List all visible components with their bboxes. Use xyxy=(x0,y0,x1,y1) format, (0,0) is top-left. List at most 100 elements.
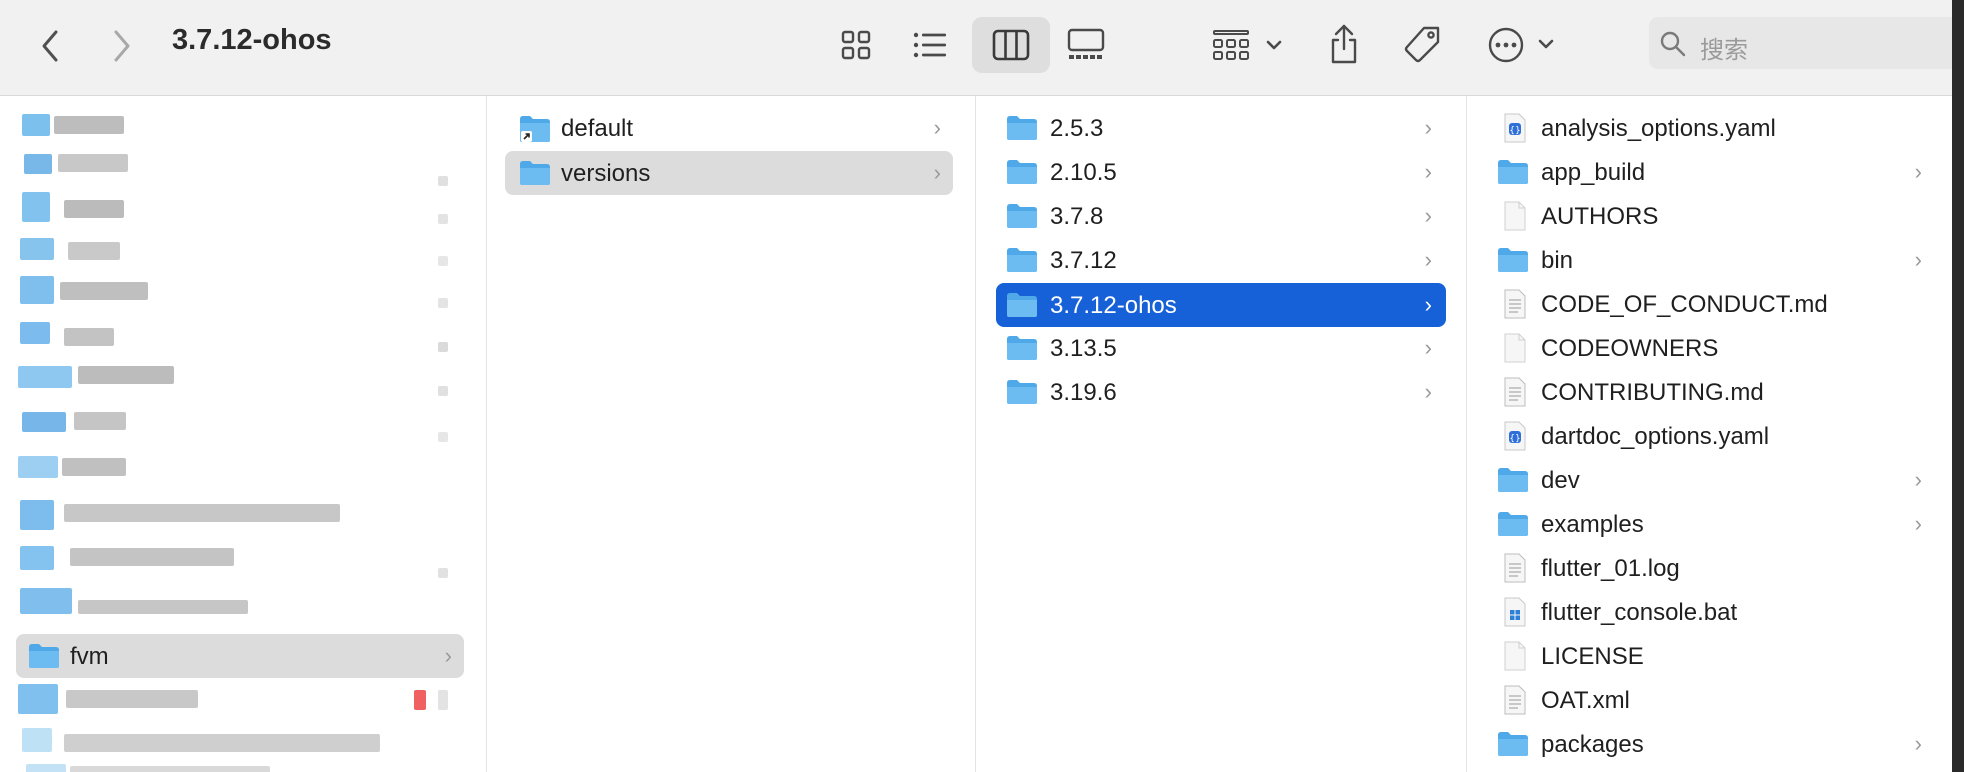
file-name: packages xyxy=(1541,731,1644,758)
text-file-icon xyxy=(1501,288,1529,325)
folder-icon xyxy=(28,643,60,674)
sidebar: fvm › xyxy=(0,96,486,772)
column-1: default › versions › xyxy=(487,96,975,772)
chevron-right-icon: › xyxy=(1424,247,1432,272)
sidebar-item-fvm[interactable]: fvm › xyxy=(16,634,464,678)
column-item-3.7.12-ohos[interactable]: 3.7.12-ohos › xyxy=(996,283,1446,327)
chevron-right-icon: › xyxy=(1424,203,1432,228)
gallery-view-button[interactable] xyxy=(1064,24,1108,66)
file-item[interactable]: flutter_01.log xyxy=(1487,546,1938,590)
svg-text:{}: {} xyxy=(1509,126,1520,136)
share-button[interactable] xyxy=(1324,20,1364,68)
search-field[interactable] xyxy=(1649,17,1964,69)
file-item[interactable]: OAT.xml xyxy=(1487,678,1938,722)
svg-text:{}: {} xyxy=(1509,434,1520,444)
column-item-label: default xyxy=(561,115,634,142)
column-item-3.13.5[interactable]: 3.13.5 › xyxy=(996,326,1446,370)
yaml-file-icon: {} xyxy=(1501,420,1529,457)
chevron-right-icon: › xyxy=(1914,731,1922,756)
chevron-right-icon: › xyxy=(444,643,452,668)
file-name: dartdoc_options.yaml xyxy=(1541,423,1770,450)
list-view-button[interactable] xyxy=(910,24,950,66)
file-item[interactable]: CODE_OF_CONDUCT.md xyxy=(1487,282,1938,326)
finder-window: 3.7.12-ohos 搜索 fvm › default › versions … xyxy=(0,0,1964,772)
file-name: analysis_options.yaml xyxy=(1541,115,1776,142)
column-item-label: 3.7.12-ohos xyxy=(1050,292,1177,319)
file-item[interactable]: CONTRIBUTING.md xyxy=(1487,370,1938,414)
column-item-3.7.12[interactable]: 3.7.12 › xyxy=(996,238,1446,282)
chevron-right-icon: › xyxy=(1914,467,1922,492)
gallery-view-icon xyxy=(1067,28,1105,59)
back-icon xyxy=(42,30,58,62)
windows-batch-file-icon xyxy=(1501,596,1529,633)
folder-icon xyxy=(1006,379,1038,410)
folder-item[interactable]: dev › xyxy=(1487,458,1938,502)
forward-button[interactable] xyxy=(104,24,140,68)
column-item-2.10.5[interactable]: 2.10.5 › xyxy=(996,150,1446,194)
file-name: CODE_OF_CONDUCT.md xyxy=(1541,291,1828,318)
folder-item[interactable]: examples › xyxy=(1487,502,1938,546)
column-view-button[interactable] xyxy=(972,17,1050,73)
file-item[interactable]: AUTHORS xyxy=(1487,194,1938,238)
folder-icon xyxy=(1006,335,1038,366)
folder-icon xyxy=(1497,247,1529,278)
toolbar: 3.7.12-ohos 搜索 xyxy=(0,0,1964,96)
column-item-3.7.8[interactable]: 3.7.8 › xyxy=(996,194,1446,238)
group-by-icon xyxy=(1213,30,1282,60)
icon-view-button[interactable] xyxy=(836,24,876,66)
folder-item[interactable]: packages › xyxy=(1487,722,1938,766)
text-file-icon xyxy=(1501,376,1529,413)
back-button[interactable] xyxy=(32,24,68,68)
yaml-file-icon: {} xyxy=(1501,112,1529,149)
column-item-label: 3.13.5 xyxy=(1050,335,1117,362)
file-item[interactable]: {} dartdoc_options.yaml xyxy=(1487,414,1938,458)
generic-file-icon xyxy=(1501,332,1529,369)
more-actions-button[interactable] xyxy=(1486,22,1558,68)
file-name: examples xyxy=(1541,511,1644,538)
file-item[interactable]: LICENSE xyxy=(1487,634,1938,678)
folder-icon xyxy=(1006,203,1038,234)
folder-icon xyxy=(1497,511,1529,542)
tag-button[interactable] xyxy=(1400,22,1444,68)
text-file-icon xyxy=(1501,684,1529,721)
generic-file-icon xyxy=(1501,640,1529,677)
folder-icon xyxy=(1006,159,1038,190)
chevron-right-icon: › xyxy=(1424,379,1432,404)
column-3: {} analysis_options.yaml app_build › AUT… xyxy=(1467,96,1952,772)
group-by-button[interactable] xyxy=(1212,24,1286,66)
chevron-right-icon: › xyxy=(1424,115,1432,140)
column-item-default[interactable]: default › xyxy=(505,106,953,150)
file-item[interactable]: flutter_console.bat xyxy=(1487,590,1938,634)
column-item-label: versions xyxy=(561,160,651,187)
column-item-label: 2.10.5 xyxy=(1050,159,1117,186)
file-name: flutter_console.bat xyxy=(1541,599,1738,626)
folder-icon xyxy=(1006,247,1038,278)
folder-icon xyxy=(1497,159,1529,190)
column-2: 2.5.3 › 2.10.5 › 3.7.8 › 3.7.12 › 3.7.12… xyxy=(976,96,1466,772)
column-item-versions[interactable]: versions › xyxy=(505,151,953,195)
file-name: flutter_01.log xyxy=(1541,555,1680,582)
chevron-right-icon: › xyxy=(933,115,941,140)
search-icon xyxy=(1660,31,1686,57)
more-icon xyxy=(1488,27,1554,63)
share-icon xyxy=(1331,24,1357,64)
folder-icon xyxy=(1497,731,1529,762)
column-item-3.19.6[interactable]: 3.19.6 › xyxy=(996,370,1446,414)
file-name: AUTHORS xyxy=(1541,203,1659,230)
folder-item[interactable]: bin › xyxy=(1487,238,1938,282)
text-file-icon xyxy=(1501,552,1529,589)
column-item-2.5.3[interactable]: 2.5.3 › xyxy=(996,106,1446,150)
chevron-right-icon: › xyxy=(1914,247,1922,272)
folder-icon xyxy=(1497,467,1529,498)
alias-folder-icon xyxy=(519,115,551,148)
file-item[interactable]: CODEOWNERS xyxy=(1487,326,1938,370)
column-item-label: 3.7.8 xyxy=(1050,203,1104,230)
folder-icon xyxy=(1006,115,1038,146)
folder-item[interactable]: app_build › xyxy=(1487,150,1938,194)
window-edge xyxy=(1952,0,1964,772)
file-item[interactable]: {} analysis_options.yaml xyxy=(1487,106,1938,150)
chevron-right-icon: › xyxy=(1914,159,1922,184)
chevron-right-icon: › xyxy=(1424,292,1432,317)
file-name: app_build xyxy=(1541,159,1646,186)
forward-icon xyxy=(114,30,130,62)
